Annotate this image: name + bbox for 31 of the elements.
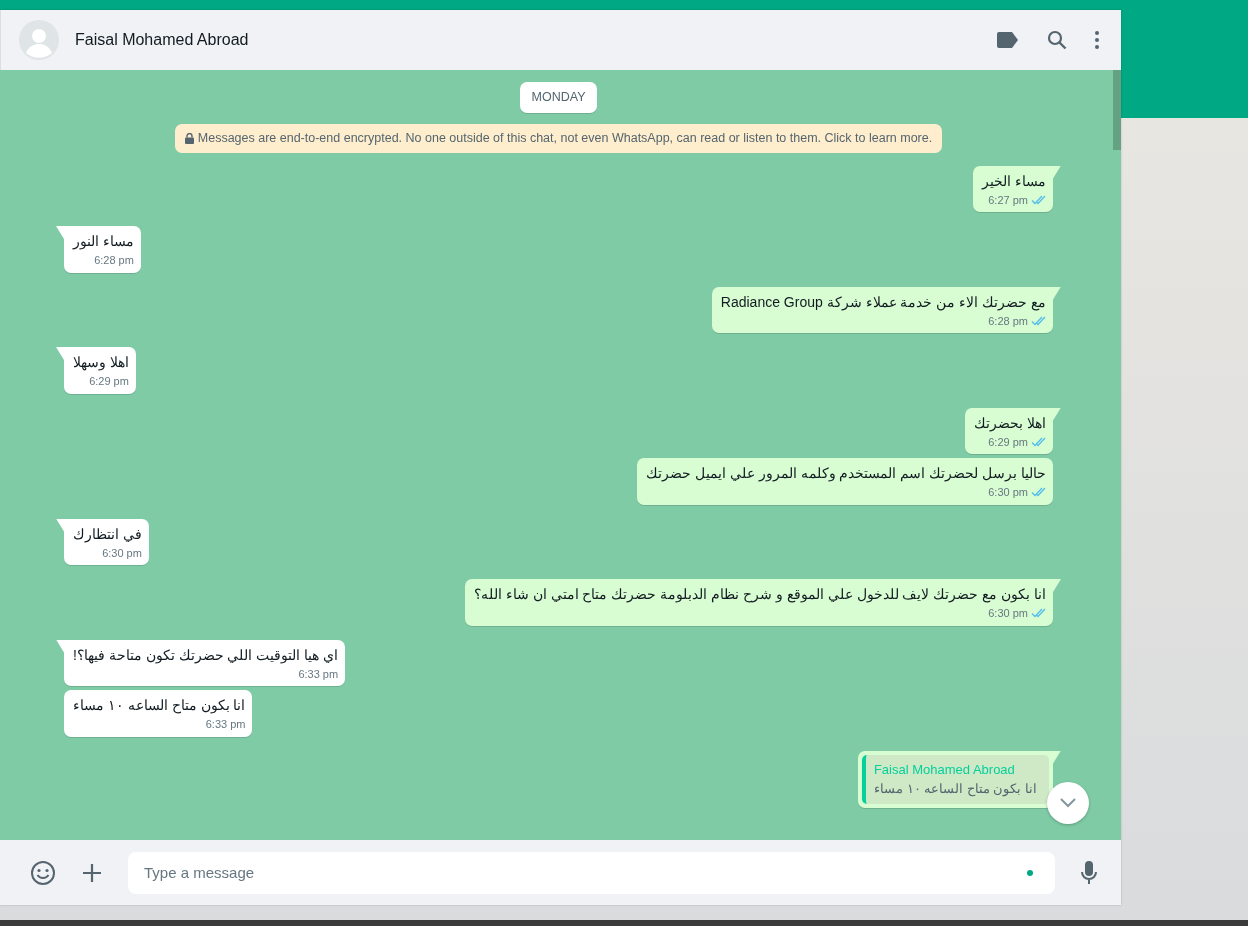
message-text: حاليا برسل لحضرتك اسم المستخدم وكلمه المرور علي ايميل حضرتك [646, 464, 1046, 483]
message-time: 6:33 pm [298, 666, 339, 682]
message-text: اهلا بحضرتك [974, 413, 1046, 433]
scroll-down-button[interactable] [1047, 782, 1089, 824]
status-dot-icon [1027, 869, 1033, 876]
message-time: 6:29 pm [988, 434, 1028, 450]
message-text: انا بكون مع حضرتك لايف للدخول علي الموقع و شرح نظام الدبلومة حضرتك متاح امتي ان شاء الله؟ [473, 585, 1046, 604]
message-text: مساء الخير [982, 171, 1046, 191]
quote-author: Faisal Mohamed Abroad [873, 760, 1016, 779]
message-text: انا بكون متاح الساعه ١٠ مساء [73, 696, 246, 715]
lock-icon [184, 132, 194, 144]
chevron-down-icon [1060, 798, 1076, 808]
message-time: 6:29 pm [89, 374, 129, 389]
message-time: 6:28 pm [988, 313, 1028, 329]
quote-text: انا بكون متاح الساعه ١٠ مساء [873, 780, 1037, 799]
message-time: 6:27 pm [988, 192, 1028, 208]
message-text: مساء النور [73, 232, 134, 251]
day-label: MONDAY [519, 82, 598, 113]
message-text: في انتظارك [73, 524, 142, 544]
scrollbar[interactable] [1113, 70, 1121, 150]
message-text: مع حضرتك الاء من خدمة عملاء شركة Radiance Group [720, 292, 1046, 312]
encryption-notice[interactable]: Messages are end-to-end encrypted. No one outside of this chat, not even WhatsApp, can read or listen to them. Click to learn more. [174, 123, 943, 153]
message-time: 6:30 pm [102, 545, 142, 561]
message-time: 6:28 pm [94, 253, 134, 268]
message-time: 6:33 pm [205, 717, 246, 732]
contact-name[interactable]: Faisal Mohamed Abroad [75, 28, 975, 52]
message-text: اي هيا التوقيت اللي حضرتك تكون متاحة فيها؟! [73, 645, 339, 665]
message-text: اهلا وسهلا [73, 353, 129, 372]
message-time: 6:30 pm [988, 606, 1028, 621]
message-input[interactable]: Type a message [128, 851, 1055, 894]
message-time: 6:30 pm [988, 485, 1028, 500]
